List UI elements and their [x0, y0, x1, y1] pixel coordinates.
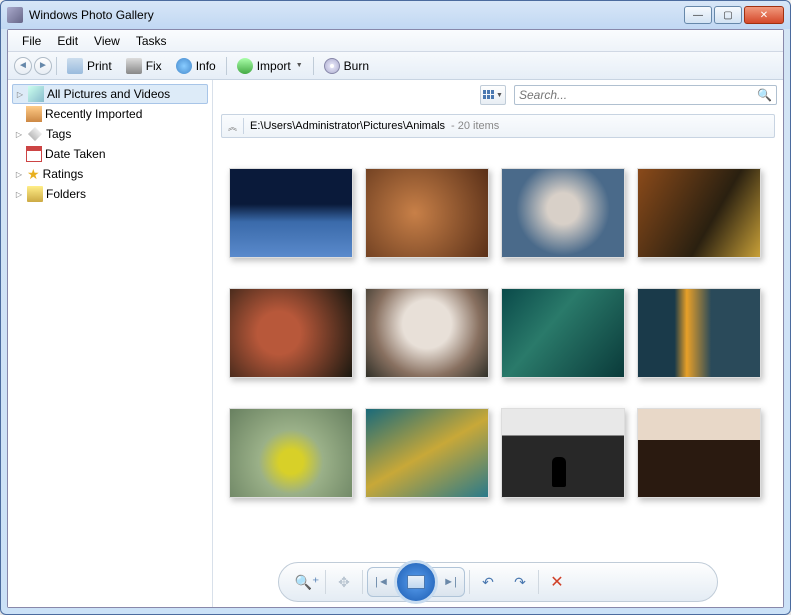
- sidebar: ▷All Pictures and Videos Recently Import…: [8, 80, 213, 607]
- info-button[interactable]: Info: [170, 55, 222, 77]
- nav-back-button[interactable]: ◄: [14, 57, 32, 75]
- breadcrumb-bar[interactable]: ︽ E:\Users\Administrator\Pictures\Animal…: [221, 114, 775, 138]
- import-button[interactable]: Import▼: [231, 55, 309, 77]
- play-slideshow-button[interactable]: [394, 560, 438, 604]
- menu-view[interactable]: View: [86, 32, 128, 50]
- printer-icon: [67, 58, 83, 74]
- burn-button[interactable]: Burn: [318, 55, 375, 77]
- pictures-icon: [28, 86, 44, 102]
- thumbnail-grid: [213, 138, 783, 557]
- next-button[interactable]: ►|: [436, 568, 464, 596]
- chevron-down-icon: ▼: [296, 62, 303, 69]
- collapse-up-icon[interactable]: ︽: [228, 120, 237, 133]
- search-input[interactable]: [519, 88, 757, 102]
- import-icon: [237, 58, 253, 74]
- zoom-button[interactable]: 🔍⁺: [293, 568, 321, 596]
- sidebar-item-tags[interactable]: ▷Tags: [12, 124, 208, 144]
- window-title: Windows Photo Gallery: [29, 8, 684, 22]
- sidebar-item-all-pictures[interactable]: ▷All Pictures and Videos: [12, 84, 208, 104]
- photo-thumbnail[interactable]: [637, 168, 761, 258]
- photo-thumbnail[interactable]: [365, 288, 489, 378]
- photo-thumbnail[interactable]: [229, 168, 353, 258]
- rotate-ccw-button[interactable]: ↶: [474, 568, 502, 596]
- playback-group: |◄ ►|: [367, 567, 465, 597]
- previous-button[interactable]: |◄: [368, 568, 396, 596]
- star-icon: ★: [27, 166, 40, 182]
- maximize-button[interactable]: ▢: [714, 6, 742, 24]
- viewer-controls: 🔍⁺ ✥ |◄ ►| ↶ ↷ ✕: [213, 557, 783, 607]
- nav-forward-button[interactable]: ►: [34, 57, 52, 75]
- photo-thumbnail[interactable]: [637, 408, 761, 498]
- toolbar: ◄ ► Print Fix Info Import▼ Burn: [8, 52, 783, 80]
- photo-thumbnail[interactable]: [365, 168, 489, 258]
- item-count: - 20 items: [451, 120, 499, 132]
- recently-imported-icon: [26, 106, 42, 122]
- photo-thumbnail[interactable]: [637, 288, 761, 378]
- photo-thumbnail[interactable]: [501, 168, 625, 258]
- tag-icon: [28, 127, 42, 141]
- fit-button[interactable]: ✥: [330, 568, 358, 596]
- view-mode-button[interactable]: ▼: [480, 85, 506, 105]
- disc-icon: [324, 58, 340, 74]
- app-window: Windows Photo Gallery — ▢ ✕ File Edit Vi…: [0, 0, 791, 615]
- search-box[interactable]: 🔍: [514, 85, 777, 105]
- sidebar-item-recently-imported[interactable]: Recently Imported: [12, 104, 208, 124]
- menu-edit[interactable]: Edit: [49, 32, 86, 50]
- delete-button[interactable]: ✕: [543, 568, 571, 596]
- menu-file[interactable]: File: [14, 32, 49, 50]
- photo-thumbnail[interactable]: [501, 408, 625, 498]
- expand-icon[interactable]: ▷: [14, 189, 24, 199]
- fix-button[interactable]: Fix: [120, 55, 168, 77]
- main-panel: ▼ 🔍 ︽ E:\Users\Administrator\Pictures\An…: [213, 80, 783, 607]
- app-icon: [7, 7, 23, 23]
- photo-thumbnail[interactable]: [365, 408, 489, 498]
- calendar-icon: [26, 146, 42, 162]
- rotate-cw-button[interactable]: ↷: [506, 568, 534, 596]
- expand-icon[interactable]: ▷: [14, 129, 24, 139]
- photo-thumbnail[interactable]: [229, 288, 353, 378]
- close-button[interactable]: ✕: [744, 6, 784, 24]
- search-icon: 🔍: [757, 88, 772, 102]
- fix-icon: [126, 58, 142, 74]
- titlebar[interactable]: Windows Photo Gallery — ▢ ✕: [1, 1, 790, 29]
- menu-tasks[interactable]: Tasks: [128, 32, 175, 50]
- thumbnails-icon: [483, 90, 495, 100]
- breadcrumb-path[interactable]: E:\Users\Administrator\Pictures\Animals: [250, 120, 445, 132]
- folder-icon: [27, 186, 43, 202]
- menubar: File Edit View Tasks: [8, 30, 783, 52]
- photo-thumbnail[interactable]: [229, 408, 353, 498]
- photo-thumbnail[interactable]: [501, 288, 625, 378]
- print-button[interactable]: Print: [61, 55, 118, 77]
- chevron-down-icon: ▼: [496, 92, 503, 99]
- sidebar-item-ratings[interactable]: ▷★Ratings: [12, 164, 208, 184]
- expand-icon[interactable]: ▷: [15, 89, 25, 99]
- info-icon: [176, 58, 192, 74]
- sidebar-item-date-taken[interactable]: Date Taken: [12, 144, 208, 164]
- sidebar-item-folders[interactable]: ▷Folders: [12, 184, 208, 204]
- expand-icon[interactable]: ▷: [14, 169, 24, 179]
- minimize-button[interactable]: —: [684, 6, 712, 24]
- slideshow-icon: [407, 575, 425, 589]
